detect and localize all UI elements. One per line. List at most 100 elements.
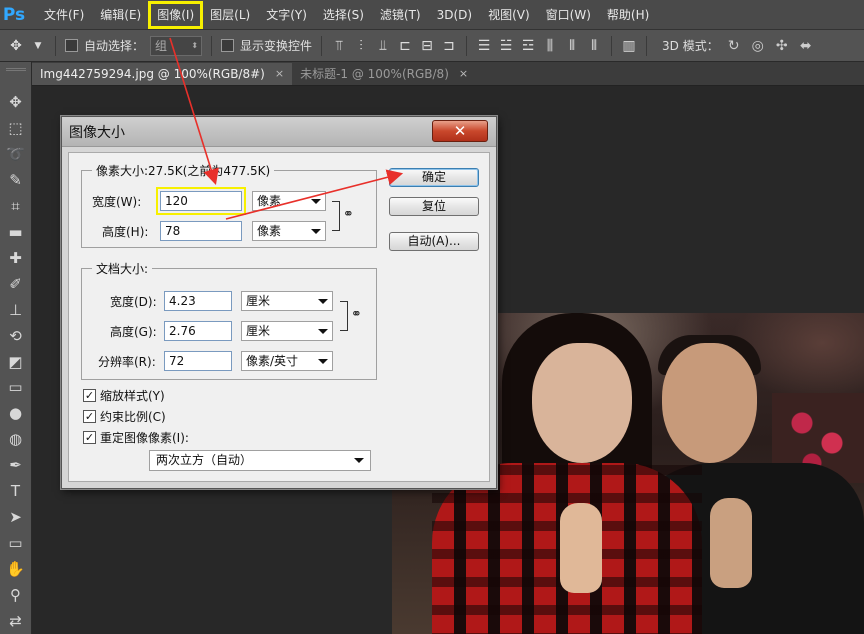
pixel-width-input[interactable]: 120 — [156, 187, 246, 215]
doc-height-unit-select[interactable]: 厘米 — [241, 321, 333, 341]
divider — [55, 35, 56, 56]
doc-width-unit-select[interactable]: 厘米 — [241, 291, 333, 311]
align-vcenter-icon[interactable]: ⫶ — [353, 38, 369, 54]
3d-mode-label: 3D 模式： — [662, 39, 719, 53]
distribute-vcenter-icon[interactable]: ☱ — [498, 38, 514, 54]
tab-close-icon[interactable]: × — [459, 63, 468, 85]
align-left-icon[interactable]: ⊏ — [397, 38, 413, 54]
auto-select-dropdown[interactable]: 组 ⬍ — [150, 35, 203, 56]
doc-height-input[interactable]: 2.76 — [164, 321, 232, 341]
tab-close-icon[interactable]: × — [275, 63, 284, 85]
chain-link-icon: ⚭ — [351, 307, 362, 322]
pixel-width-unit-select[interactable]: 像素 — [252, 191, 326, 211]
doc-constrain-bracket — [340, 301, 348, 331]
path-select-icon[interactable]: ➤ — [3, 504, 29, 530]
crop-icon[interactable]: ⌗ — [3, 193, 29, 219]
align-right-icon[interactable]: ⊐ — [441, 38, 457, 54]
document-tabs: Img442759294.jpg @ 100%(RGB/8#) × 未标题-1 … — [32, 62, 864, 86]
dialog-titlebar[interactable]: 图像大小 ✕ — [62, 117, 496, 147]
zoom-icon[interactable]: ⚲ — [3, 582, 29, 608]
auto-select-checkbox[interactable] — [65, 39, 78, 52]
menu-file[interactable]: 文件(F) — [36, 2, 92, 28]
chevron-down-icon — [354, 458, 364, 463]
align-top-icon[interactable]: ⫪ — [331, 38, 347, 54]
history-brush-icon[interactable]: ⟲ — [3, 323, 29, 349]
3d-pan-icon[interactable]: ✣ — [773, 38, 791, 54]
doc-width-label: 宽度(D): — [110, 295, 157, 309]
pixel-dimensions-title: 像素大小:27.5K(之前为477.5K) — [92, 162, 275, 179]
resample-method-select[interactable]: 两次立方（自动） — [149, 450, 371, 471]
pixel-height-input[interactable]: 78 — [160, 221, 242, 241]
photo-person-left-face — [532, 343, 632, 463]
move-tool-icon[interactable]: ✥ — [8, 38, 24, 54]
menu-type[interactable]: 文字(Y) — [258, 2, 315, 28]
panel-grip[interactable] — [5, 68, 26, 71]
scale-styles-option[interactable]: ✓ 缩放样式(Y) — [83, 387, 165, 404]
auto-button[interactable]: 自动(A)... — [389, 232, 479, 251]
resample-checkbox[interactable]: ✓ — [83, 431, 96, 444]
doc-width-input[interactable]: 4.23 — [164, 291, 232, 311]
menu-help[interactable]: 帮助(H) — [599, 2, 657, 28]
clone-stamp-icon[interactable]: ⊥ — [3, 297, 29, 323]
auto-align-icon[interactable]: ▥ — [621, 38, 637, 54]
align-hcenter-icon[interactable]: ⊟ — [419, 38, 435, 54]
healing-brush-icon[interactable]: ✚ — [3, 245, 29, 271]
pixel-height-label: 高度(H): — [102, 225, 149, 239]
pixel-height-unit-select[interactable]: 像素 — [252, 221, 326, 241]
resolution-unit-select[interactable]: 像素/英寸 — [241, 351, 333, 371]
resolution-input[interactable]: 72 — [164, 351, 232, 371]
brush-icon[interactable]: ✐ — [3, 271, 29, 297]
dialog-close-button[interactable]: ✕ — [432, 120, 488, 142]
image-size-dialog: 图像大小 ✕ 像素大小:27.5K(之前为477.5K) 宽度(W): 120 … — [61, 116, 497, 489]
3d-roll-icon[interactable]: ◎ — [749, 38, 767, 54]
photoshop-logo: Ps — [2, 4, 26, 25]
resolution-unit: 像素/英寸 — [246, 354, 299, 368]
tool-preset-dropdown-icon[interactable]: ▼ — [30, 41, 46, 51]
distribute-top-icon[interactable]: ☰ — [476, 38, 492, 54]
3d-slide-icon[interactable]: ⬌ — [797, 38, 815, 54]
eyedropper-icon[interactable]: ▬ — [3, 219, 29, 245]
constrain-proportions-checkbox[interactable]: ✓ — [83, 410, 96, 423]
3d-rotate-icon[interactable]: ↻ — [725, 38, 743, 54]
type-icon[interactable]: T — [3, 478, 29, 504]
gradient-icon[interactable]: ▭ — [3, 374, 29, 400]
swap-colors-icon[interactable]: ⇄ — [3, 608, 29, 634]
reset-button[interactable]: 复位 — [389, 197, 479, 216]
scale-styles-checkbox[interactable]: ✓ — [83, 389, 96, 402]
tab-untitled-1[interactable]: 未标题-1 @ 100%(RGB/8) × — [292, 63, 477, 85]
rectangle-icon[interactable]: ▭ — [3, 530, 29, 556]
show-transform-label: 显示变换控件 — [240, 39, 313, 53]
resample-option[interactable]: ✓ 重定图像像素(I): — [83, 429, 189, 446]
chevron-down-icon — [318, 299, 328, 304]
align-bottom-icon[interactable]: ⫫ — [375, 38, 391, 54]
dialog-title: 图像大小 — [69, 124, 125, 141]
marquee-icon[interactable]: ⬚ — [3, 115, 29, 141]
menu-view[interactable]: 视图(V) — [480, 2, 538, 28]
pixel-dimensions-group: 像素大小:27.5K(之前为477.5K) 宽度(W): 120 像素 高度(H… — [81, 162, 377, 248]
quick-select-icon[interactable]: ✎ — [3, 167, 29, 193]
menu-edit[interactable]: 编辑(E) — [92, 2, 149, 28]
menu-select[interactable]: 选择(S) — [315, 2, 372, 28]
menu-filter[interactable]: 滤镜(T) — [372, 2, 429, 28]
tab-img442759294[interactable]: Img442759294.jpg @ 100%(RGB/8#) × — [32, 63, 293, 85]
pen-icon[interactable]: ✒ — [3, 452, 29, 478]
eraser-icon[interactable]: ◩ — [3, 349, 29, 375]
distribute-bottom-icon[interactable]: ☲ — [520, 38, 536, 54]
lasso-icon[interactable]: ➰ — [3, 141, 29, 167]
distribute-right-icon[interactable]: ⫴ — [586, 38, 602, 54]
show-transform-checkbox[interactable] — [221, 39, 235, 52]
photo-person-right-face — [662, 343, 757, 463]
ok-button[interactable]: 确定 — [389, 168, 479, 187]
dodge-icon[interactable]: ◍ — [3, 426, 29, 452]
menu-image[interactable]: 图像(I) — [148, 0, 204, 29]
distribute-left-icon[interactable]: ⫼ — [542, 38, 558, 54]
constrain-proportions-option[interactable]: ✓ 约束比例(C) — [83, 408, 166, 425]
menu-layer[interactable]: 图层(L) — [202, 2, 258, 28]
blur-icon[interactable]: ● — [3, 400, 29, 426]
resample-label: 重定图像像素(I): — [100, 431, 189, 445]
hand-icon[interactable]: ✋ — [3, 556, 29, 582]
move-icon[interactable]: ✥ — [3, 89, 29, 115]
menu-3d[interactable]: 3D(D) — [429, 2, 480, 28]
menu-window[interactable]: 窗口(W) — [538, 2, 599, 28]
distribute-hcenter-icon[interactable]: ⦀ — [564, 38, 580, 54]
